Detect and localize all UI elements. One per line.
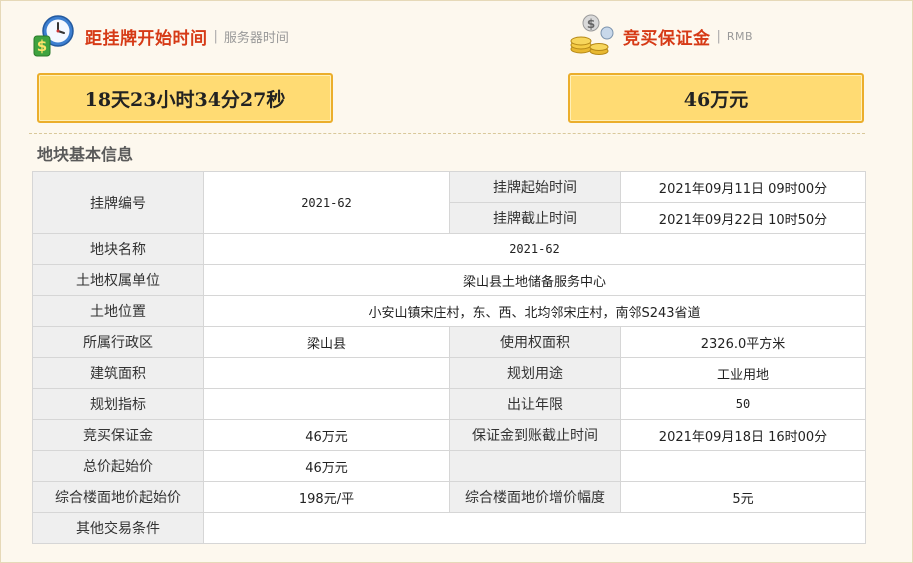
deposit-header: $ 竞买保证金 | RMB (567, 11, 753, 61)
deposit-deadline-label: 保证金到账截止时间 (449, 419, 621, 451)
table-row: 地块名称 2021-62 (32, 233, 866, 265)
table-row: 土地位置 小安山镇宋庄村，东、西、北均邻宋庄村，南邻S243省道 (32, 295, 866, 327)
term-label: 出让年限 (449, 388, 621, 420)
listing-no-label: 挂牌编号 (32, 171, 204, 234)
plan-index-value (203, 388, 450, 420)
use-area-value: 2326.0平方米 (620, 326, 866, 358)
title-separator: | (716, 28, 721, 44)
table-row: 建筑面积 规划用途 工业用地 (32, 357, 866, 389)
end-time-value: 2021年09月22日 10时50分 (620, 202, 866, 234)
location-value: 小安山镇宋庄村，东、西、北均邻宋庄村，南邻S243省道 (203, 295, 866, 327)
table-row: 规划指标 出让年限 50 (32, 388, 866, 420)
table-row: 所属行政区 梁山县 使用权面积 2326.0平方米 (32, 326, 866, 358)
svg-text:$: $ (587, 17, 595, 31)
parcel-name-value: 2021-62 (203, 233, 866, 265)
increment-label: 综合楼面地价增价幅度 (449, 481, 621, 513)
deposit-amount: 46万元 (203, 419, 450, 451)
start-price-label: 总价起始价 (32, 450, 204, 482)
deposit-deadline-value: 2021年09月18日 16时00分 (620, 419, 866, 451)
plan-index-label: 规划指标 (32, 388, 204, 420)
building-area-label: 建筑面积 (32, 357, 204, 389)
owner-value: 梁山县土地储备服务中心 (203, 264, 866, 296)
title-separator: | (213, 28, 218, 44)
empty-cell (620, 450, 866, 482)
district-label: 所属行政区 (32, 326, 204, 358)
building-area-value (203, 357, 450, 389)
start-price-value: 46万元 (203, 450, 450, 482)
floor-price-value: 198元/平 (203, 481, 450, 513)
start-time-value: 2021年09月11日 09时00分 (620, 171, 866, 203)
floor-price-label: 综合楼面地价起始价 (32, 481, 204, 513)
divider (29, 133, 865, 134)
other-conditions-label: 其他交易条件 (32, 512, 204, 544)
section-title: 地块基本信息 (37, 145, 134, 164)
countdown-title: 距挂牌开始时间 (85, 28, 208, 49)
deposit-subtitle: RMB (726, 29, 754, 43)
use-area-label: 使用权面积 (449, 326, 621, 358)
planned-use-label: 规划用途 (449, 357, 621, 389)
end-time-label: 挂牌截止时间 (449, 202, 621, 234)
table-row: 总价起始价 46万元 (32, 450, 866, 482)
countdown-subtitle: 服务器时间 (223, 30, 289, 46)
district-value: 梁山县 (203, 326, 450, 358)
countdown-header: $ 距挂牌开始时间 | 服务器时间 (29, 11, 289, 61)
coins-money-icon: $ (567, 11, 617, 61)
countdown-value: 18天23小时34分27秒 (37, 73, 333, 123)
term-value: 50 (620, 388, 866, 420)
listing-no-value: 2021-62 (203, 171, 450, 234)
parcel-name-label: 地块名称 (32, 233, 204, 265)
table-row: 其他交易条件 (32, 512, 866, 544)
clock-money-icon: $ (29, 11, 79, 61)
parcel-info-table: 挂牌编号 2021-62 挂牌起始时间 2021年09月11日 09时00分 挂… (32, 171, 866, 544)
owner-label: 土地权属单位 (32, 264, 204, 296)
table-row: 综合楼面地价起始价 198元/平 综合楼面地价增价幅度 5元 (32, 481, 866, 513)
location-label: 土地位置 (32, 295, 204, 327)
increment-value: 5元 (620, 481, 866, 513)
table-row: 竞买保证金 46万元 保证金到账截止时间 2021年09月18日 16时00分 (32, 419, 866, 451)
empty-cell (449, 450, 621, 482)
planned-use-value: 工业用地 (620, 357, 866, 389)
start-time-label: 挂牌起始时间 (449, 171, 621, 203)
deposit-label: 竞买保证金 (32, 419, 204, 451)
auction-panel: $ 距挂牌开始时间 | 服务器时间 $ 竞买保证金 | RMB 18天23小时3… (0, 0, 913, 563)
table-row: 挂牌编号 2021-62 挂牌起始时间 2021年09月11日 09时00分 (32, 171, 866, 234)
table-row: 土地权属单位 梁山县土地储备服务中心 (32, 264, 866, 296)
svg-text:$: $ (37, 37, 47, 55)
other-conditions-value (203, 512, 866, 544)
deposit-value: 46万元 (568, 73, 864, 123)
deposit-title: 竞买保证金 (623, 28, 711, 49)
